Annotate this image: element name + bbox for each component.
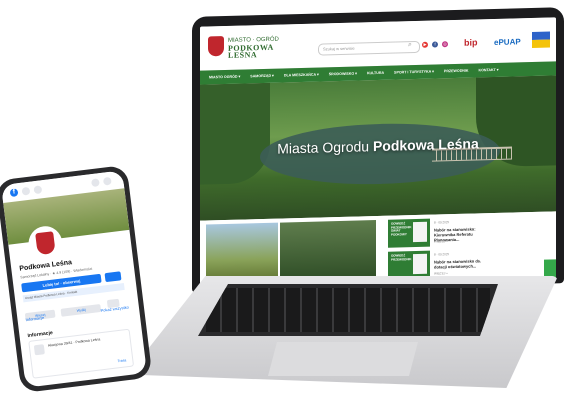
hero-tree <box>200 82 270 185</box>
nav-item[interactable]: DLA MIESZKAŃCA ▾ <box>281 72 322 78</box>
laptop-keyboard <box>198 284 498 336</box>
share-button[interactable] <box>104 271 122 283</box>
laptop-mockup: MIASTO · OGRÓD PODKOWA LEŚNA Szukaj w se… <box>118 7 568 393</box>
phone-body: f Podkowa Leśna Samorząd Lokalny · ★ 4.9… <box>0 164 153 394</box>
news-card[interactable]: ODWIEDŹ PRZEWODNIK ŚWIAT PODKOWY 8 · 09.… <box>388 218 476 248</box>
laptop-screen: MIASTO · OGRÓD PODKOWA LEŚNA Szukaj w se… <box>200 17 556 289</box>
nav-item[interactable]: SAMORZĄD ▾ <box>247 74 277 79</box>
city-crest-icon[interactable] <box>208 36 224 57</box>
instagram-icon[interactable]: ◎ <box>442 41 448 48</box>
hero-banner: Miasta Ogrodu Podkowa Leśna <box>200 75 556 221</box>
site-logo[interactable]: MIASTO · OGRÓD PODKOWA LEŚNA <box>228 37 279 60</box>
laptop-touchpad <box>268 342 418 376</box>
nav-item[interactable]: ŚRODOWISKO ▾ <box>326 71 360 77</box>
bip-link[interactable]: bip <box>464 37 478 47</box>
profile-icon[interactable] <box>102 176 112 186</box>
document-icon <box>413 221 427 243</box>
news-card-more[interactable]: WIĘCEJ » <box>434 239 448 243</box>
news-card-meta: 8 · 09.2025 <box>434 252 450 257</box>
news-image[interactable] <box>280 220 376 283</box>
news-card-title[interactable]: Nabór na stanowisko ds. dotacji oświatow… <box>434 258 490 269</box>
document-icon <box>413 253 427 275</box>
search-icon[interactable] <box>21 186 31 196</box>
news-card-image-label: ODWIEDŹ PRZEWODNIK <box>391 253 412 262</box>
hero-title-bold: Podkowa Leśna <box>372 135 479 155</box>
hero-title-regular: Miasta Ogrodu <box>277 138 370 157</box>
city-crest-icon <box>35 231 56 256</box>
epuap-link[interactable]: ePUAP <box>494 37 521 47</box>
ukraine-flag-icon[interactable] <box>532 31 550 48</box>
nav-item[interactable]: PRZEWODNIK <box>441 69 472 74</box>
phone-mockup: f Podkowa Leśna Samorząd Lokalny · ★ 4.9… <box>0 164 158 394</box>
news-card[interactable]: ODWIEDŹ PRZEWODNIK 8 · 09.2025 Nabór na … <box>388 250 481 280</box>
phone-screen: f Podkowa Leśna Samorząd Lokalny · ★ 4.9… <box>1 170 147 388</box>
nav-item[interactable]: KULTURA <box>364 71 387 76</box>
facebook-icon[interactable]: f <box>432 41 438 48</box>
search-input[interactable]: Szukaj w serwisie <box>318 40 420 56</box>
news-card-meta: 8 · 09.2025 <box>434 220 450 225</box>
logo-name-2: LEŚNA <box>228 50 258 60</box>
address-text: Akacjowa 39/41 · Podkowa Leśna <box>47 337 101 348</box>
nav-item[interactable]: SPORT I TURYSTYKA ▾ <box>391 69 437 75</box>
youtube-icon[interactable]: ▶ <box>422 41 428 48</box>
menu-icon[interactable] <box>33 185 43 195</box>
news-card-image-label: ODWIEDŹ PRZEWODNIK ŚWIAT PODKOWY <box>391 221 412 237</box>
directions-link[interactable]: Trasa <box>117 358 126 363</box>
news-card-image: ODWIEDŹ PRZEWODNIK ŚWIAT PODKOWY <box>388 218 430 248</box>
nav-item[interactable]: KONTAKT ▾ <box>475 68 501 73</box>
facebook-logo-icon[interactable]: f <box>9 188 19 198</box>
news-card-more[interactable]: WIĘCEJ » <box>434 271 448 275</box>
messenger-icon[interactable] <box>90 178 100 188</box>
nav-item[interactable]: MIASTO OGRÓD ▾ <box>206 75 243 80</box>
search-icon[interactable]: ⌕ <box>408 41 412 49</box>
map-pin-icon <box>33 344 45 356</box>
news-card-image: ODWIEDŹ PRZEWODNIK <box>388 250 430 280</box>
